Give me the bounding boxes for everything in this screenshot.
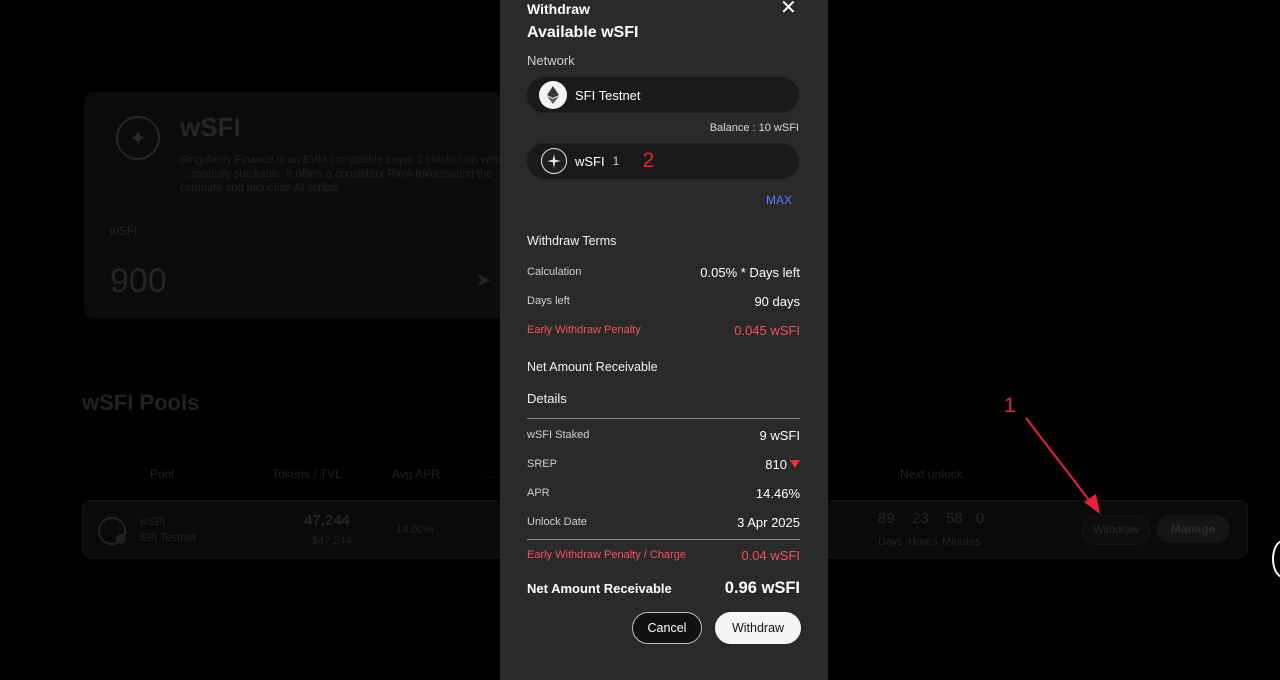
network-select[interactable]: SFI Testnet bbox=[527, 77, 799, 113]
unlock-date-value: 3 Apr 2025 bbox=[737, 515, 800, 530]
col-next-unlock: Next unlock bbox=[900, 467, 963, 481]
net-amount-label: Net Amount Receivable bbox=[527, 581, 672, 596]
token-amount: 900 bbox=[110, 262, 167, 300]
row-manage-button[interactable]: Manage bbox=[1156, 515, 1230, 543]
timer-seconds: 0 bbox=[976, 510, 985, 527]
token-description: Singularity Finance is an EVM compatible… bbox=[180, 154, 509, 194]
row-withdraw-button[interactable]: Withdraw bbox=[1082, 515, 1150, 545]
withdraw-button[interactable]: Withdraw bbox=[715, 612, 801, 644]
timer-label-hours: Hours bbox=[908, 536, 938, 548]
calculation-label: Calculation bbox=[527, 266, 582, 278]
pool-name: wSFI bbox=[140, 516, 166, 528]
early-penalty-label: Early Withdraw Penalty bbox=[527, 324, 641, 336]
amount-field[interactable]: wSFI 2 bbox=[527, 143, 799, 179]
close-icon[interactable]: ✕ bbox=[780, 0, 797, 18]
token-title: wSFI bbox=[180, 112, 241, 142]
token-name: wSFI bbox=[575, 153, 605, 169]
penalty-charge-value: 0.04 wSFI bbox=[741, 548, 800, 563]
edge-button[interactable] bbox=[1272, 540, 1280, 578]
unlock-date-label: Unlock Date bbox=[527, 516, 587, 528]
annotation-arrow-icon bbox=[1025, 417, 1100, 514]
withdraw-modal: Withdraw ✕ Available wSFI Network SFI Te… bbox=[500, 0, 828, 680]
pool-tokens: 47,244 bbox=[304, 512, 350, 529]
ethereum-icon bbox=[539, 81, 567, 109]
timer-label-days: Days bbox=[878, 536, 904, 548]
net-amount-value: 0.96 wSFI bbox=[724, 579, 800, 597]
timer-label-minutes: Minutes bbox=[942, 536, 981, 548]
timer-minutes: 58 bbox=[946, 510, 963, 527]
days-left-value: 90 days bbox=[754, 294, 800, 309]
cancel-button[interactable]: Cancel bbox=[632, 612, 702, 644]
days-left-label: Days left bbox=[527, 295, 570, 307]
col-other: ... bbox=[484, 467, 495, 481]
annotation-step-1: 1 bbox=[1004, 394, 1016, 417]
pool-tvl: $47,244 bbox=[312, 535, 352, 547]
calculation-value: 0.05% * Days left bbox=[700, 265, 800, 280]
charge-divider bbox=[527, 539, 800, 540]
details-title: Details bbox=[527, 391, 567, 406]
penalty-charge-label: Early Withdraw Penalty / Charge bbox=[527, 549, 686, 561]
token-label: wSFI bbox=[110, 224, 138, 238]
withdraw-terms-title: Withdraw Terms bbox=[527, 234, 617, 248]
srep-value: 810 bbox=[765, 457, 787, 472]
srep-value-wrap: 810 bbox=[765, 457, 800, 472]
sfi-star-icon bbox=[541, 148, 567, 174]
pool-apr: 14.00% bbox=[396, 524, 434, 536]
send-icon[interactable]: ➤ bbox=[476, 270, 491, 291]
details-divider bbox=[527, 418, 800, 419]
apr-value: 14.46% bbox=[755, 486, 800, 501]
max-button[interactable]: MAX bbox=[766, 193, 792, 207]
modal-title: Available wSFI bbox=[527, 24, 639, 41]
network-name: SFI Testnet bbox=[575, 87, 641, 103]
network-label: Network bbox=[527, 53, 575, 68]
annotation-step-2: 2 bbox=[642, 149, 655, 172]
srep-label: SREP bbox=[527, 458, 557, 470]
triangle-down-icon bbox=[790, 460, 800, 468]
wsfi-staked-value: 9 wSFI bbox=[759, 428, 800, 443]
wsfi-staked-label: wSFI Staked bbox=[527, 429, 590, 441]
sfi-logo-icon: ✦ bbox=[116, 116, 160, 160]
timer-days: 89 bbox=[878, 510, 895, 527]
col-pool: Pool bbox=[150, 467, 175, 481]
balance-text: Balance : 10 wSFI bbox=[709, 122, 799, 134]
net-amount-title: Net Amount Receivable bbox=[527, 360, 658, 374]
col-avg-apr: Avg APR bbox=[392, 467, 440, 481]
modal-header: Withdraw bbox=[527, 1, 590, 17]
pool-network: SFI Testnet bbox=[140, 532, 196, 544]
early-penalty-value: 0.045 wSFI bbox=[734, 323, 800, 338]
col-tokens-tvl: Tokens / TVL bbox=[272, 467, 342, 481]
network-badge-icon bbox=[116, 534, 126, 544]
apr-label: APR bbox=[527, 487, 550, 499]
timer-hours: 23 bbox=[912, 510, 929, 527]
pools-title: wSFI Pools bbox=[82, 390, 200, 415]
